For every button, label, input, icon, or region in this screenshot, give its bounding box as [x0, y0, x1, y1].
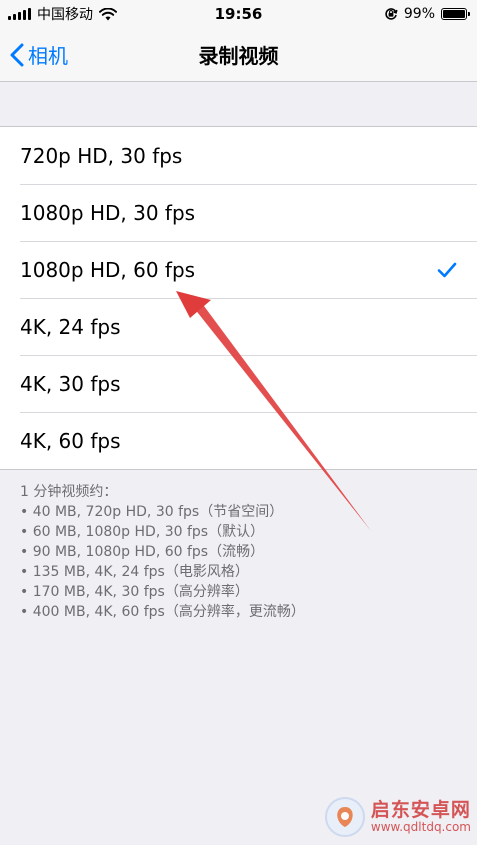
video-format-list: 720p HD, 30 fps 1080p HD, 30 fps 1080p H…	[0, 126, 477, 470]
watermark-text: 启东安卓网 www.qdltdq.com	[371, 800, 471, 834]
footer-line: • 135 MB, 4K, 24 fps（电影风格）	[20, 564, 249, 580]
option-4k-60fps[interactable]: 4K, 60 fps	[0, 412, 477, 469]
watermark: 启东安卓网 www.qdltdq.com	[324, 797, 471, 837]
option-label: 1080p HD, 60 fps	[20, 257, 196, 282]
option-1080p-60fps[interactable]: 1080p HD, 60 fps	[0, 241, 477, 298]
status-bar: 中国移动 19:56 99%	[0, 0, 477, 28]
back-label: 相机	[28, 44, 68, 68]
option-label: 4K, 60 fps	[20, 428, 121, 453]
watermark-url: www.qdltdq.com	[370, 819, 471, 834]
status-right: 99%	[384, 6, 470, 22]
status-time: 19:56	[214, 5, 263, 23]
page-title: 录制视频	[198, 44, 279, 68]
chevron-left-icon	[10, 43, 24, 66]
carrier-label: 中国移动	[37, 7, 93, 23]
orientation-lock-icon	[385, 8, 398, 20]
size-description: 1 分钟视频约： • 40 MB, 720p HD, 30 fps（节省空间） …	[0, 470, 477, 622]
footer-line: • 400 MB, 4K, 60 fps（高分辨率，更流畅）	[20, 604, 305, 620]
back-button[interactable]: 相机	[0, 40, 68, 69]
footer-line: • 90 MB, 1080p HD, 60 fps（流畅）	[20, 544, 265, 560]
battery-icon	[441, 8, 470, 20]
option-4k-30fps[interactable]: 4K, 30 fps	[0, 355, 477, 412]
option-1080p-30fps[interactable]: 1080p HD, 30 fps	[0, 184, 477, 241]
option-label: 1080p HD, 30 fps	[20, 200, 196, 225]
status-left: 中国移动	[8, 4, 117, 24]
watermark-logo-icon	[324, 797, 365, 837]
option-720p-30fps[interactable]: 720p HD, 30 fps	[0, 127, 477, 184]
navigation-bar: 相机 录制视频	[0, 28, 477, 82]
option-label: 4K, 24 fps	[20, 314, 121, 339]
checkmark-icon	[437, 262, 457, 277]
footer-line: • 40 MB, 720p HD, 30 fps（节省空间）	[20, 504, 284, 520]
option-4k-24fps[interactable]: 4K, 24 fps	[0, 298, 477, 355]
footer-line: • 60 MB, 1080p HD, 30 fps（默认）	[20, 524, 265, 540]
battery-percent: 99%	[403, 6, 435, 22]
footer-line: • 170 MB, 4K, 30 fps（高分辨率）	[20, 584, 249, 600]
battery-level	[443, 10, 465, 18]
wifi-icon	[99, 7, 117, 20]
option-label: 720p HD, 30 fps	[20, 143, 183, 168]
option-label: 4K, 30 fps	[20, 371, 121, 396]
watermark-name: 启东安卓网	[370, 798, 471, 821]
signal-icon	[8, 8, 31, 20]
footer-heading: 1 分钟视频约：	[20, 484, 118, 500]
